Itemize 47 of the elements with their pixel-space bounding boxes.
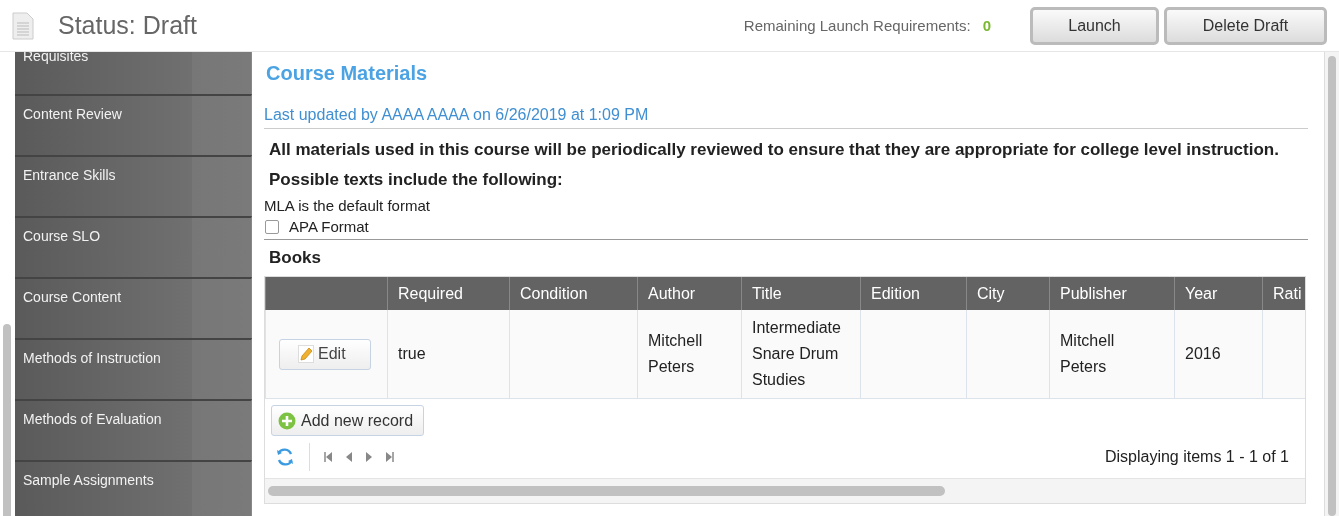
first-page-icon[interactable] [324, 452, 332, 462]
last-updated-text: Last updated by AAAA AAAA on 6/26/2019 at 1:09 PM [264, 106, 1308, 129]
plus-icon [278, 411, 296, 430]
launch-button[interactable]: Launch [1030, 6, 1159, 45]
sidebar-item[interactable]: Sample Assignments [15, 460, 252, 516]
sidebar-item[interactable]: Methods of Instruction [15, 338, 252, 399]
sidebar-item[interactable]: Course Content [15, 277, 252, 338]
requirements-label: Remaining Launch Requirements: [743, 17, 971, 34]
column-header: Year [1174, 277, 1263, 310]
add-new-record-button[interactable]: Add new record [271, 405, 425, 436]
document-icon [12, 11, 34, 40]
column-header: Condition [509, 277, 638, 310]
table-cell: true [398, 345, 426, 362]
table-cell: Mitchell Peters [1060, 332, 1115, 375]
checkbox-label: APA Format [289, 218, 369, 235]
sidebar-item[interactable]: Entrance Skills [15, 155, 252, 216]
pager-info: Displaying items 1 - 1 of 1 [1104, 448, 1289, 466]
vertical-scrollbar[interactable] [1324, 52, 1339, 516]
books-heading: Books [269, 248, 322, 268]
column-header: Required [387, 277, 510, 310]
section-title: Course Materials [266, 62, 429, 86]
table-cell: 2016 [1185, 345, 1221, 362]
sidebar-item[interactable]: Methods of Evaluation [15, 399, 252, 460]
column-header: City [966, 277, 1050, 310]
scrollbar-thumb[interactable] [268, 486, 945, 496]
status-title: Status: Draft [58, 11, 197, 40]
scrollbar-thumb[interactable] [3, 324, 11, 516]
column-header: Edition [860, 277, 967, 310]
table-cell: Intermediate Snare Drum Studies [752, 319, 841, 388]
column-header: Title [741, 277, 861, 310]
refresh-icon[interactable] [275, 447, 295, 467]
materials-statement: All materials used in this course will be periodically reviewed to ensure that they are appropriate for college level instruction. Possible texts include the following: [269, 139, 1280, 191]
column-header: Publisher [1049, 277, 1175, 310]
requirements-count: 0 [982, 17, 991, 34]
edit-button[interactable]: Edit [279, 338, 371, 370]
pencil-icon [298, 345, 314, 363]
sidebar-item[interactable]: Content Review [15, 94, 252, 155]
delete-draft-button[interactable]: Delete Draft [1164, 6, 1327, 45]
last-page-icon[interactable] [386, 452, 394, 462]
table-cell: Mitchell Peters [648, 332, 703, 375]
format-note: MLA is the default format [264, 197, 431, 214]
column-header: Author [637, 277, 742, 310]
apa-format-checkbox[interactable] [265, 219, 279, 234]
column-header: Rati [1262, 277, 1305, 310]
next-page-icon[interactable] [366, 452, 372, 462]
previous-page-icon[interactable] [346, 452, 352, 462]
sidebar-item[interactable]: Course SLO [15, 216, 252, 277]
